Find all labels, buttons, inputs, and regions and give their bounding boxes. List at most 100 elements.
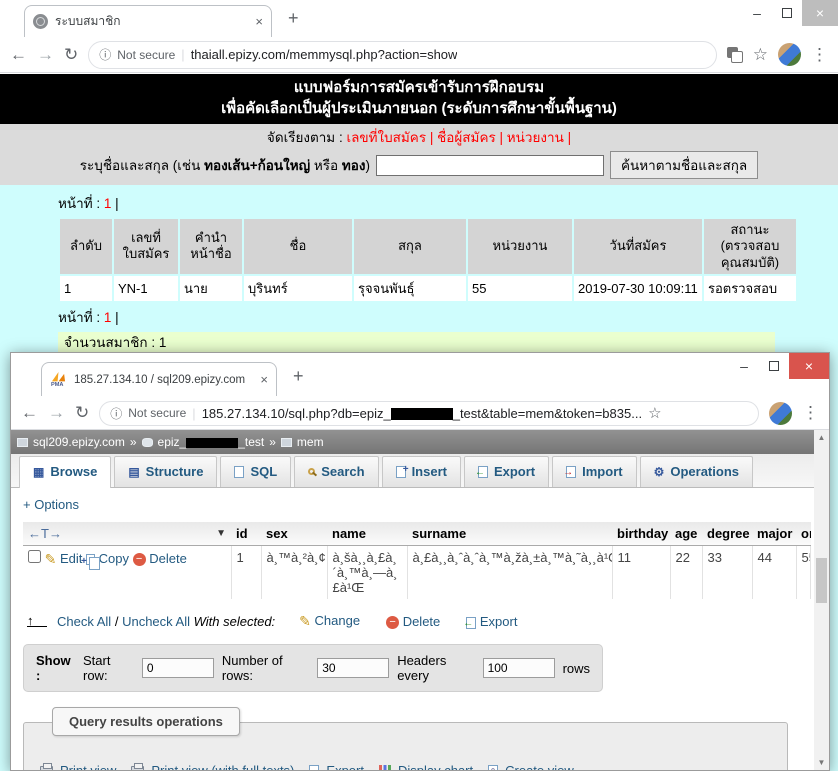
page-number-link[interactable]: 1 — [104, 196, 112, 211]
tab-thai-system[interactable]: ระบบสมาชิก × — [24, 5, 272, 37]
display-chart-link[interactable]: Display chart — [398, 763, 473, 771]
breadcrumb-database[interactable]: epiz__test — [158, 435, 265, 449]
back-button[interactable]: ← — [10, 45, 27, 65]
reload-button[interactable]: ↻ — [64, 45, 78, 65]
sort-link-org[interactable]: หน่วยงาน — [507, 130, 564, 145]
sort-divider: | — [430, 130, 434, 145]
col-or[interactable]: or — [796, 522, 811, 546]
num-rows-label: Number of rows: — [222, 653, 309, 683]
uncheck-all-link[interactable]: Uncheck All — [122, 614, 190, 629]
scroll-up-icon[interactable]: ▲ — [814, 430, 829, 445]
screen: ระบบสมาชิก × + – × ← → ↻ ⓘ Not secure | … — [0, 0, 838, 771]
col-appno: เลขที่ ใบสมัคร — [114, 219, 178, 274]
tab-phpmyadmin[interactable]: PMA 185.27.134.10 / sql209.epizy.com × — [41, 362, 277, 396]
export-link[interactable]: Export — [326, 763, 364, 771]
sort-label: จัดเรียงตาม : — [267, 130, 343, 145]
browser-toolbar-bottom: ← → ↻ ⓘ Not secure | 185.27.134.10/sql.p… — [11, 397, 829, 430]
col-surname[interactable]: surname — [407, 522, 612, 546]
col-birthday[interactable]: birthday — [612, 522, 670, 546]
maximize-button[interactable] — [772, 0, 802, 26]
address-bar-top[interactable]: ⓘ Not secure | thaiall.epizy.com/memmysq… — [88, 41, 717, 69]
page-number-link[interactable]: 1 — [104, 310, 112, 325]
new-tab-button[interactable]: + — [293, 366, 304, 387]
maximize-button[interactable] — [759, 353, 789, 379]
member-table-header-row: ลำดับ เลขที่ ใบสมัคร คำนำ หน้าชื่อ ชื่อ … — [60, 219, 796, 274]
tab-close-icon[interactable]: × — [260, 372, 268, 387]
name-search-input[interactable] — [376, 155, 604, 176]
translate-icon[interactable] — [727, 47, 743, 63]
new-tab-button[interactable]: + — [288, 8, 299, 29]
forward-button[interactable]: → — [37, 45, 54, 65]
check-all-link[interactable]: Check All — [57, 614, 111, 629]
results-header-row: ←T→ ▼ id sex name surname birthday age de… — [23, 522, 811, 546]
col-sex[interactable]: sex — [261, 522, 327, 546]
tab-insert[interactable]: Insert — [382, 456, 461, 487]
bookmark-star-icon[interactable]: ☆ — [753, 45, 768, 65]
sql-icon — [234, 466, 244, 478]
menu-icon[interactable]: ⋮ — [811, 45, 828, 65]
address-bar-bottom[interactable]: ⓘ Not secure | 185.27.134.10/sql.php?db=… — [99, 401, 759, 426]
tab-operations[interactable]: ⚙Operations — [640, 456, 753, 487]
breadcrumb-server[interactable]: sql209.epizy.com — [33, 435, 125, 449]
sort-link-name[interactable]: ชื่อผู้สมัคร — [437, 130, 496, 145]
forward-button[interactable]: → — [48, 403, 65, 423]
start-row-input[interactable] — [142, 658, 214, 678]
minimize-button[interactable]: – — [742, 0, 772, 26]
row-checkbox[interactable] — [28, 550, 41, 563]
sort-desc-icon[interactable]: ▼ — [216, 528, 226, 539]
col-name[interactable]: name — [327, 522, 407, 546]
close-button[interactable]: × — [789, 353, 829, 379]
close-button[interactable]: × — [802, 0, 838, 26]
bookmark-star-icon[interactable]: ☆ — [648, 404, 661, 422]
menu-icon[interactable]: ⋮ — [802, 403, 819, 423]
print-view-full-link[interactable]: Print view (with full texts) — [151, 763, 294, 771]
delete-link[interactable]: Delete — [149, 551, 187, 566]
query-results-operations: Query results operations Print view Prin… — [23, 722, 788, 771]
col-age[interactable]: age — [670, 522, 702, 546]
change-link[interactable]: Change — [315, 613, 361, 628]
col-status: สถานะ (ตรวจสอบ คุณสมบัติ) — [704, 219, 796, 274]
printer-icon — [40, 766, 53, 771]
col-id[interactable]: id — [231, 522, 261, 546]
copy-link[interactable]: Copy — [99, 551, 129, 566]
tab-structure[interactable]: ▤Structure — [114, 456, 217, 487]
tab-sql[interactable]: SQL — [220, 456, 291, 487]
page-scrollbar[interactable]: ▲ ▼ — [814, 430, 829, 770]
tab-browse[interactable]: ▦Browse — [19, 456, 111, 488]
scroll-down-icon[interactable]: ▼ — [814, 755, 829, 770]
col-degree[interactable]: degree — [702, 522, 752, 546]
copy-icon — [86, 554, 95, 565]
edit-link[interactable]: Edit — [60, 551, 82, 566]
headers-every-input[interactable] — [483, 658, 555, 678]
tab-close-icon[interactable]: × — [255, 14, 263, 29]
print-view-link[interactable]: Print view — [60, 763, 116, 771]
profile-avatar[interactable] — [769, 402, 792, 425]
tab-import[interactable]: Import — [552, 456, 636, 487]
create-view-link[interactable]: Create view — [505, 763, 574, 771]
export-selected-link[interactable]: Export — [480, 614, 518, 629]
scrollbar-thumb[interactable] — [816, 558, 827, 603]
operations-icon: ⚙ — [654, 465, 665, 479]
col-prefix: คำนำ หน้าชื่อ — [180, 219, 242, 274]
transpose-icon[interactable]: ←T→ — [28, 526, 62, 541]
col-major[interactable]: major — [752, 522, 796, 546]
browser-window-bottom: PMA 185.27.134.10 / sql209.epizy.com × +… — [10, 352, 830, 771]
minimize-button[interactable]: – — [729, 353, 759, 379]
info-icon[interactable]: ⓘ — [99, 46, 111, 63]
tab-search[interactable]: Search — [294, 456, 378, 487]
search-button[interactable]: ค้นหาตามชื่อและสกุล — [610, 151, 758, 179]
col-order: ลำดับ — [60, 219, 112, 274]
info-icon[interactable]: ⓘ — [110, 405, 122, 422]
options-toggle[interactable]: + Options — [23, 497, 79, 512]
sort-link-appno[interactable]: เลขที่ใบสมัคร — [346, 130, 426, 145]
delete-selected-link[interactable]: Delete — [403, 614, 441, 629]
num-rows-input[interactable] — [317, 658, 389, 678]
row-controls-header: ←T→ ▼ — [23, 522, 231, 546]
tab-export[interactable]: Export — [464, 456, 549, 487]
back-button[interactable]: ← — [21, 403, 38, 423]
query-ops-legend: Query results operations — [52, 707, 240, 736]
profile-avatar[interactable] — [778, 43, 801, 66]
breadcrumb-table[interactable]: mem — [297, 435, 324, 449]
cell-sex: à¸™à¸²à¸¢ — [261, 546, 327, 600]
reload-button[interactable]: ↻ — [75, 403, 89, 423]
